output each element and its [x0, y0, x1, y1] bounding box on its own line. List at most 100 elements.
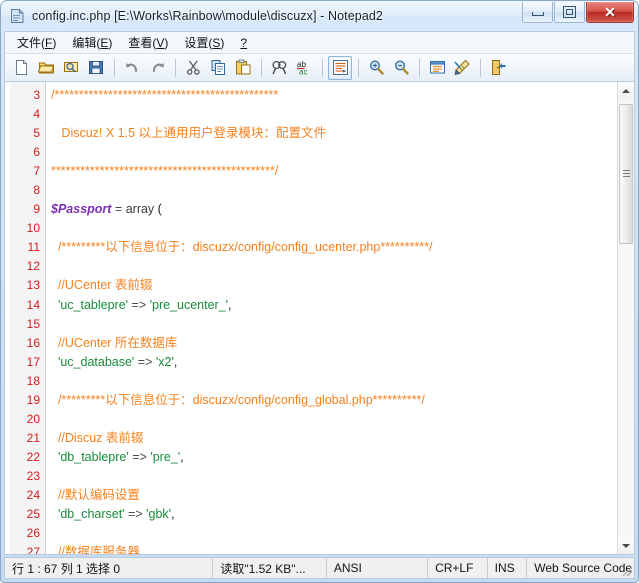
- code-token-plain: ,: [171, 507, 174, 521]
- code-line: [51, 219, 617, 238]
- code-line: 'uc_tablepre' => 'pre_ucenter_',: [51, 296, 617, 315]
- code-line: [51, 105, 617, 124]
- vertical-scrollbar[interactable]: [617, 82, 634, 554]
- triangle-down: [622, 544, 630, 548]
- line-number: 9: [10, 200, 45, 219]
- zoom-out-icon[interactable]: [389, 56, 413, 80]
- close-button[interactable]: ✕: [586, 2, 634, 23]
- line-number: 5: [10, 124, 45, 143]
- paste-icon[interactable]: [231, 56, 255, 80]
- line-number: 12: [10, 257, 45, 276]
- status-insert-mode[interactable]: INS: [488, 558, 528, 578]
- line-number-gutter: 3456789101112131415161718192021222324252…: [10, 82, 46, 554]
- code-token-str: 'db_tablepre': [58, 450, 129, 464]
- scroll-up-icon[interactable]: [618, 82, 634, 99]
- code-token-comment: Discuz! X 1.5 以上通用用户登录模块：配置文件: [51, 126, 326, 140]
- code-token-plain: ,: [180, 450, 183, 464]
- toolbar-separator: [358, 59, 359, 77]
- code-line: [51, 524, 617, 543]
- line-number: 24: [10, 486, 45, 505]
- document-icon: [9, 8, 25, 24]
- status-bar: 行 1 : 67 列 1 选择 0 读取"1.52 KB"... ANSI CR…: [4, 557, 635, 579]
- status-caret-position: 行 1 : 67 列 1 选择 0: [5, 558, 213, 578]
- replace-icon[interactable]: ab ac: [292, 56, 316, 80]
- status-line-ending[interactable]: CR+LF: [428, 558, 488, 578]
- editor-area[interactable]: 3456789101112131415161718192021222324252…: [4, 82, 635, 555]
- code-line: //数据库服务器: [51, 543, 617, 554]
- code-token-op: =>: [134, 355, 156, 369]
- code-line: ****************************************…: [51, 162, 617, 181]
- code-token-comment: //UCenter 表前辍: [51, 278, 152, 292]
- title-bar: config.inc.php [E:\Works\Rainbow\module\…: [1, 1, 638, 31]
- open-recent-icon[interactable]: [59, 56, 83, 80]
- status-scheme[interactable]: Web Source Code: [527, 558, 634, 578]
- save-icon[interactable]: [84, 56, 108, 80]
- line-number: 11: [10, 238, 45, 257]
- code-line: $Passport = array (: [51, 200, 617, 219]
- code-token-str: 'x2': [156, 355, 174, 369]
- code-token-op: =>: [129, 450, 151, 464]
- close-icon: ✕: [604, 5, 616, 19]
- code-line: 'uc_database' => 'x2',: [51, 353, 617, 372]
- undo-icon[interactable]: [120, 56, 144, 80]
- menu-file[interactable]: 文件(F): [9, 32, 64, 53]
- resize-grip[interactable]: [621, 565, 632, 576]
- cut-icon[interactable]: [181, 56, 205, 80]
- restore-icon: [563, 6, 576, 18]
- toolbar-separator: [322, 59, 323, 77]
- toolbar: ab ac: [4, 53, 635, 82]
- status-file-size[interactable]: 读取"1.52 KB"...: [213, 558, 327, 578]
- code-token-comment: //UCenter 所在数据库: [51, 336, 177, 350]
- line-number: 13: [10, 276, 45, 295]
- copy-icon[interactable]: [206, 56, 230, 80]
- line-number: 19: [10, 391, 45, 410]
- line-number: 10: [10, 219, 45, 238]
- toolbar-separator: [175, 59, 176, 77]
- line-number: 22: [10, 448, 45, 467]
- scheme-icon[interactable]: [425, 56, 449, 80]
- code-line: [51, 257, 617, 276]
- code-token-str: 'uc_database': [58, 355, 134, 369]
- open-folder-icon[interactable]: [34, 56, 58, 80]
- menu-view[interactable]: 查看(V): [120, 32, 176, 53]
- line-number: 21: [10, 429, 45, 448]
- scroll-down-icon[interactable]: [618, 537, 634, 554]
- restore-button[interactable]: [554, 2, 585, 23]
- menu-edit[interactable]: 编辑(E): [64, 32, 120, 53]
- scrollbar-thumb[interactable]: [619, 104, 633, 244]
- scheme-options-icon[interactable]: [450, 56, 474, 80]
- code-token-str: 'pre_ucenter_': [150, 298, 228, 312]
- code-token-str: 'gbk': [146, 507, 171, 521]
- code-token-plain: [51, 355, 58, 369]
- find-icon[interactable]: [267, 56, 291, 80]
- menu-help[interactable]: ?: [232, 34, 255, 52]
- code-line: //默认编码设置: [51, 486, 617, 505]
- code-token-comment: //数据库服务器: [51, 545, 140, 554]
- line-number: 18: [10, 372, 45, 391]
- code-text-area[interactable]: /***************************************…: [46, 82, 617, 554]
- minimize-button[interactable]: [522, 2, 553, 23]
- menu-settings[interactable]: 设置(S): [176, 32, 232, 53]
- status-encoding[interactable]: ANSI: [327, 558, 428, 578]
- line-number: 17: [10, 353, 45, 372]
- exit-icon[interactable]: [486, 56, 510, 80]
- line-number: 26: [10, 524, 45, 543]
- line-number: 27: [10, 543, 45, 555]
- redo-icon[interactable]: [145, 56, 169, 80]
- word-wrap-icon[interactable]: [328, 56, 352, 80]
- code-token-comment: //默认编码设置: [51, 488, 140, 502]
- new-file-icon[interactable]: [9, 56, 33, 80]
- line-number: 14: [10, 296, 45, 315]
- code-line: [51, 410, 617, 429]
- code-token-plain: (: [154, 202, 162, 216]
- code-token-plain: ,: [228, 298, 231, 312]
- zoom-in-icon[interactable]: [364, 56, 388, 80]
- code-token-str: 'db_charset': [58, 507, 125, 521]
- line-number: 25: [10, 505, 45, 524]
- code-token-comment: ****************************************…: [51, 164, 278, 178]
- line-number: 15: [10, 315, 45, 334]
- code-token-op: =>: [125, 507, 147, 521]
- code-token-var: $Passport: [51, 202, 111, 216]
- code-line: Discuz! X 1.5 以上通用用户登录模块：配置文件: [51, 124, 617, 143]
- code-token-plain: [51, 298, 58, 312]
